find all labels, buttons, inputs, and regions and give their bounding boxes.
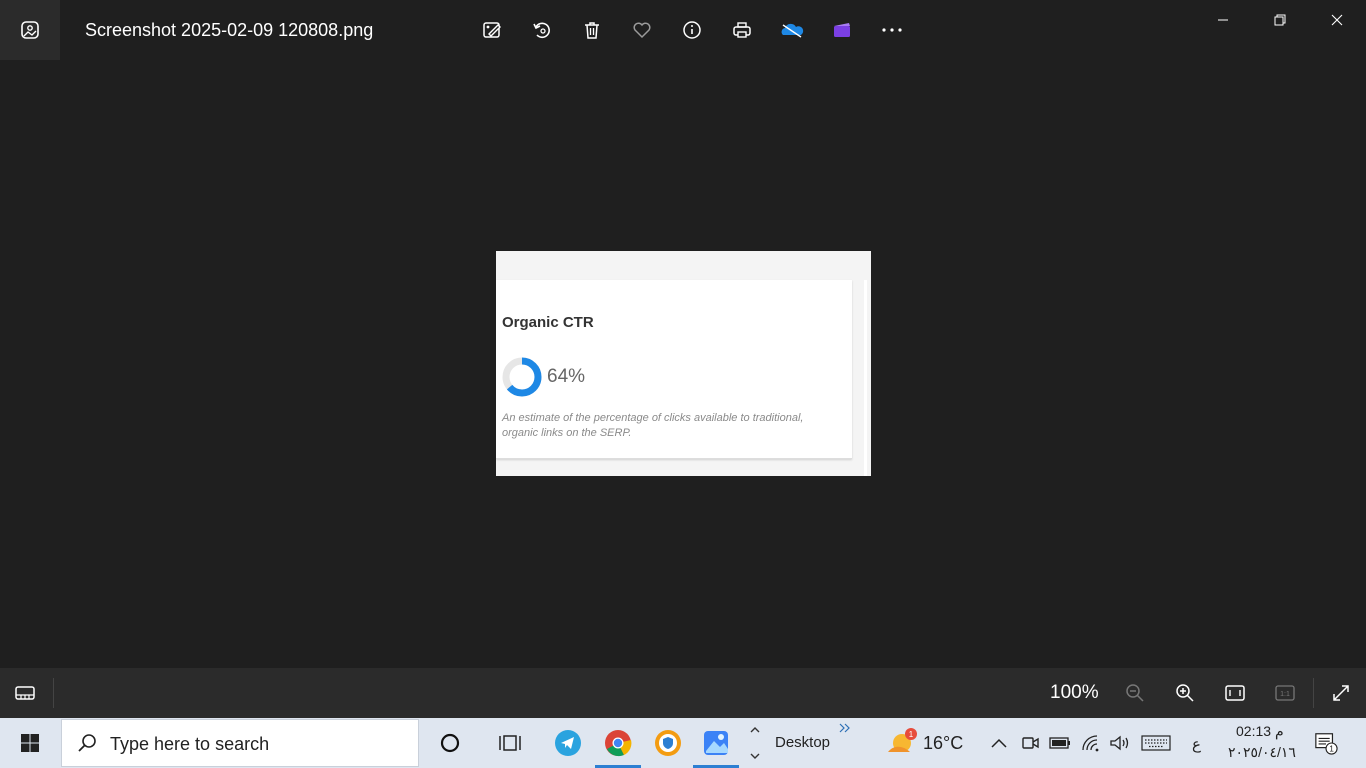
windows-taskbar: Type here to search Desktop 1 16°C ع 02:… xyxy=(0,718,1366,768)
task-view-icon xyxy=(499,735,521,751)
clipchamp-button[interactable] xyxy=(817,16,867,44)
touch-keyboard-button[interactable] xyxy=(1140,731,1172,755)
heart-icon xyxy=(633,22,651,39)
input-language-indicator[interactable]: ع xyxy=(1192,735,1201,753)
weather-widget[interactable]: 1 xyxy=(878,718,924,768)
minimize-icon xyxy=(1218,19,1228,21)
print-button[interactable] xyxy=(717,16,767,44)
windows-logo-icon xyxy=(21,734,39,752)
viewer-bottom-bar: 100% 1:1 xyxy=(0,668,1366,718)
svg-text:1:1: 1:1 xyxy=(1280,691,1290,698)
battery-indicator[interactable] xyxy=(1048,731,1072,755)
zoom-out-icon xyxy=(1126,684,1144,702)
clipchamp-icon xyxy=(834,23,850,37)
show-hidden-icons-button[interactable] xyxy=(987,731,1011,755)
fit-window-icon xyxy=(1225,685,1245,701)
network-indicator[interactable] xyxy=(1079,731,1103,755)
telegram-taskbar-button[interactable] xyxy=(545,718,591,768)
rotate-icon xyxy=(533,22,550,39)
more-button[interactable] xyxy=(867,16,917,44)
print-icon xyxy=(733,22,751,38)
telegram-icon xyxy=(555,730,581,756)
vpn-taskbar-button[interactable] xyxy=(645,718,691,768)
fit-to-window-button[interactable] xyxy=(1223,681,1247,705)
favorite-button[interactable] xyxy=(617,16,667,44)
volume-indicator[interactable] xyxy=(1108,731,1132,755)
close-icon xyxy=(1331,14,1343,26)
actual-size-button[interactable]: 1:1 xyxy=(1273,681,1297,705)
card-title: Organic CTR xyxy=(502,314,594,331)
close-button[interactable] xyxy=(1312,8,1362,32)
edit-image-icon xyxy=(483,22,501,38)
notification-icon: 1 xyxy=(1315,733,1338,755)
organic-ctr-card: Organic CTR 64% An estimate of the perce… xyxy=(496,280,852,459)
search-placeholder: Type here to search xyxy=(110,734,270,754)
restore-button[interactable] xyxy=(1255,8,1305,32)
displayed-image: Organic CTR 64% An estimate of the perce… xyxy=(496,251,871,476)
clock-date[interactable]: ٢٠٢٥/٠٤/١٦ xyxy=(1228,744,1296,761)
taskbar-scroll-button[interactable] xyxy=(741,718,769,768)
divider xyxy=(53,678,54,708)
speaker-icon xyxy=(1110,735,1129,751)
card-description: An estimate of the percentage of clicks … xyxy=(502,412,804,439)
notifications-button[interactable]: 1 xyxy=(1314,731,1338,755)
window-title: Screenshot 2025-02-09 120808.png xyxy=(85,20,374,40)
chrome-taskbar-button[interactable] xyxy=(595,718,641,768)
cortana-button[interactable] xyxy=(427,718,473,768)
weather-icon: 1 xyxy=(888,728,917,752)
shield-icon xyxy=(655,730,681,756)
photos-app-icon[interactable] xyxy=(0,0,60,60)
notification-count: 1 xyxy=(1329,743,1334,753)
clock-time[interactable]: 02:13 م xyxy=(1236,723,1284,740)
more-icon xyxy=(882,28,902,32)
edit-image-button[interactable] xyxy=(467,16,517,44)
task-view-button[interactable] xyxy=(487,718,533,768)
chevron-up-down-icon xyxy=(750,727,760,759)
chrome-icon xyxy=(605,730,632,757)
chevron-up-icon xyxy=(991,738,1007,748)
info-icon xyxy=(683,21,701,39)
delete-icon xyxy=(585,22,599,39)
search-icon xyxy=(78,734,96,752)
wifi-icon xyxy=(1082,735,1099,752)
meet-now-button[interactable] xyxy=(1018,731,1042,755)
zoom-in-icon xyxy=(1176,684,1194,702)
delete-button[interactable] xyxy=(567,16,617,44)
zoom-in-button[interactable] xyxy=(1173,681,1197,705)
weather-badge: 1 xyxy=(909,730,914,739)
image-toolbar xyxy=(467,16,917,44)
ctr-percent: 64% xyxy=(547,366,586,387)
info-button[interactable] xyxy=(667,16,717,44)
onedrive-button[interactable] xyxy=(767,16,817,44)
battery-icon xyxy=(1049,737,1070,749)
zoom-out-button[interactable] xyxy=(1123,681,1147,705)
chevron-double-right-icon xyxy=(839,723,850,733)
divider xyxy=(1313,678,1314,708)
restore-icon xyxy=(1274,14,1286,26)
full-screen-button[interactable] xyxy=(1329,681,1353,705)
taskbar-search-box[interactable]: Type here to search xyxy=(61,719,419,767)
cortana-icon xyxy=(440,733,460,753)
camera-icon xyxy=(1022,737,1039,749)
title-bar: Screenshot 2025-02-09 120808.png xyxy=(0,0,1366,60)
photos-taskbar-button[interactable] xyxy=(693,718,739,768)
desktop-toolbar-expand[interactable] xyxy=(835,718,855,738)
actual-size-icon: 1:1 xyxy=(1275,685,1295,701)
zoom-level[interactable]: 100% xyxy=(1050,682,1099,704)
filmstrip-icon xyxy=(15,686,35,700)
next-card-edge xyxy=(864,280,867,476)
expand-icon xyxy=(1333,685,1349,701)
keyboard-icon xyxy=(1141,735,1171,751)
ctr-donut-chart xyxy=(502,357,542,397)
rotate-button[interactable] xyxy=(517,16,567,44)
start-button[interactable] xyxy=(0,718,60,768)
onedrive-icon xyxy=(781,23,804,38)
weather-temperature[interactable]: 16°C xyxy=(923,733,963,754)
filmstrip-button[interactable] xyxy=(13,681,37,705)
photos-icon xyxy=(704,731,728,755)
desktop-toolbar-label[interactable]: Desktop xyxy=(775,734,830,751)
minimize-button[interactable] xyxy=(1198,8,1248,32)
